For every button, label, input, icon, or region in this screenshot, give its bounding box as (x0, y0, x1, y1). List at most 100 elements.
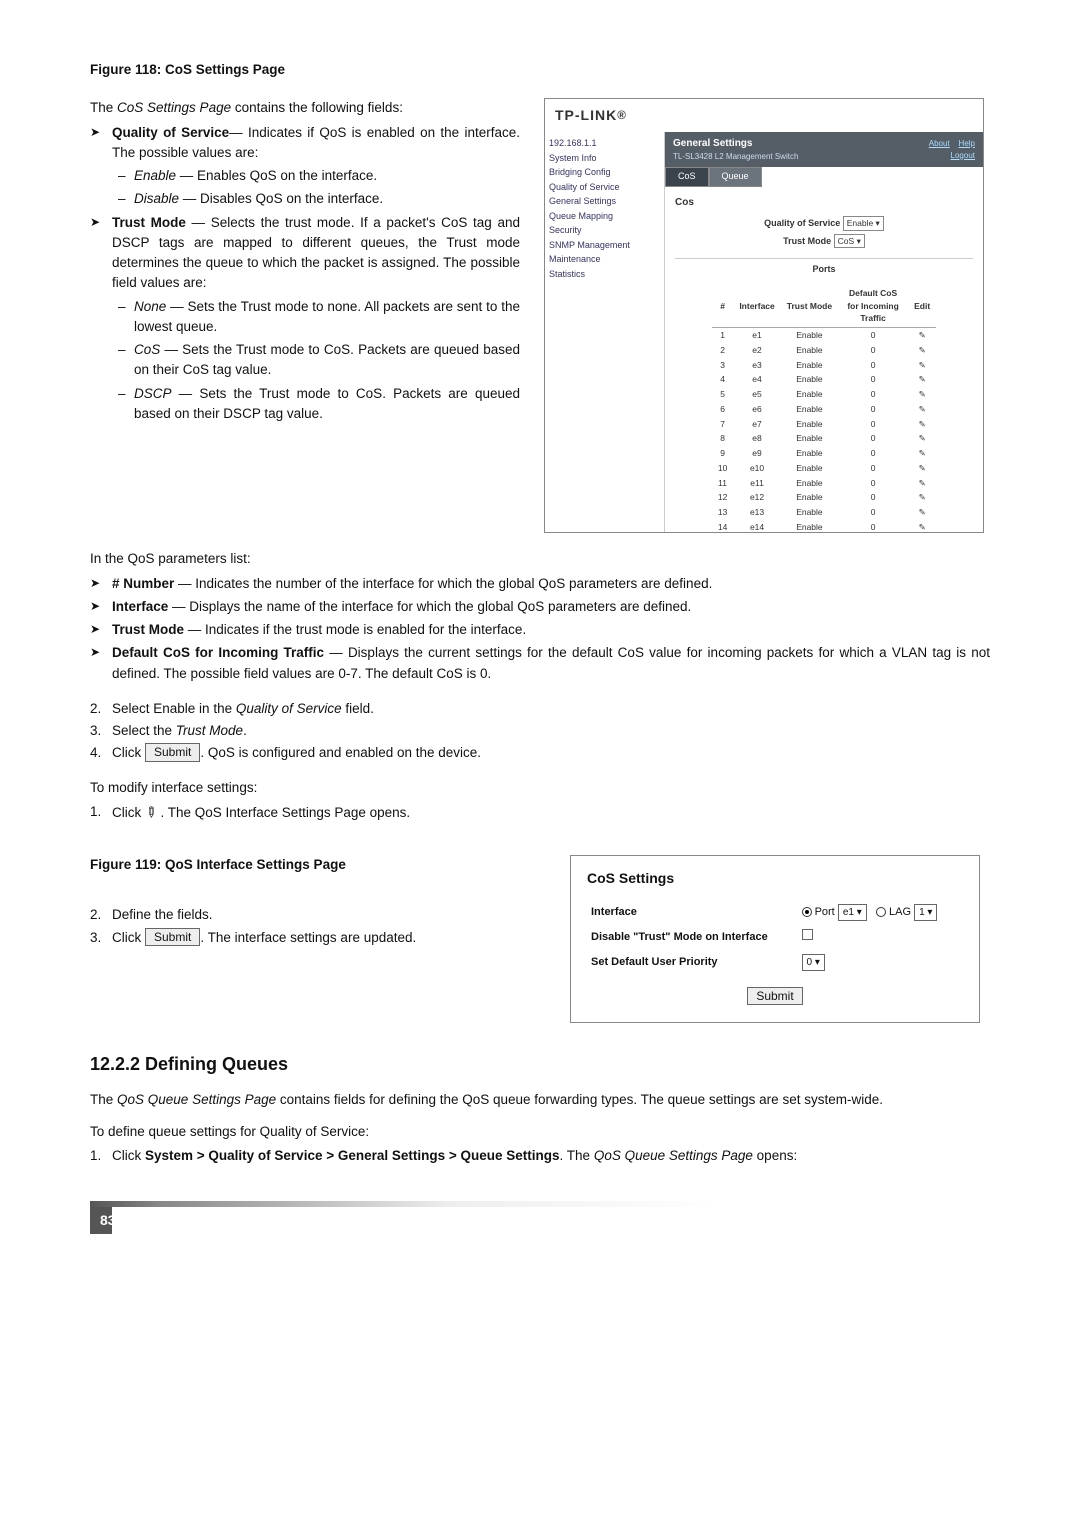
table-row: 7e7Enable0✎ (712, 417, 936, 432)
define-step-3: Click Submit. The interface settings are… (112, 928, 416, 948)
step-4: Click Submit. QoS is configured and enab… (112, 743, 481, 763)
tab-cos[interactable]: CoS (665, 167, 709, 187)
submit-button[interactable]: Submit (747, 987, 802, 1005)
dash-icon: – (112, 384, 134, 404)
page-number: 83 (90, 1207, 112, 1234)
subitem-cos-ital: CoS (134, 342, 160, 357)
intro-paragraph-text-b: contains the following fields: (231, 100, 403, 115)
step-2: Select Enable in the Quality of Service … (112, 699, 374, 719)
subitem-cos: CoS — Sets the Trust mode to CoS. Packet… (134, 340, 520, 381)
edit-icon[interactable]: ✎ (908, 343, 936, 358)
modify-step-1: Click ✎ . The QoS Interface Settings Pag… (112, 802, 410, 823)
bullet-arrow-icon: ➤ (90, 620, 112, 638)
tree-item[interactable]: Maintenance (549, 253, 660, 267)
step4-text-a: Click (112, 745, 145, 760)
logo-text: TP-LINK (555, 105, 617, 126)
subitem-dscp: DSCP — Sets the Trust mode to CoS. Packe… (134, 384, 520, 425)
edit-icon[interactable]: ✎ (908, 328, 936, 343)
disable-trust-checkbox[interactable] (802, 929, 813, 940)
logout-link[interactable]: Logout (951, 151, 975, 160)
ports-table: # Interface Trust Mode Default CoS for I… (712, 285, 936, 534)
edit-icon[interactable]: ✎ (908, 476, 936, 491)
edit-icon[interactable]: ✎ (908, 387, 936, 402)
edit-icon[interactable]: ✎ (908, 490, 936, 505)
submit-button[interactable]: Submit (145, 743, 200, 761)
subitem-none-rest: — Sets the Trust mode to none. All packe… (134, 299, 520, 334)
default-priority-select[interactable]: 0 ▾ (802, 954, 825, 971)
nav-tree[interactable]: 192.168.1.1System InfoBridging ConfigQua… (545, 132, 665, 533)
lag-label: LAG (889, 906, 911, 918)
subitem-disable-ital: Disable (134, 191, 179, 206)
edit-icon[interactable]: ✎ (908, 402, 936, 417)
trustmode-select[interactable]: CoS ▾ (834, 234, 865, 249)
col-default-cos: Default CoS for Incoming Traffic (838, 285, 908, 328)
set-default-label: Set Default User Priority (589, 951, 798, 974)
port-radio[interactable] (802, 907, 812, 917)
tree-item[interactable]: Bridging Config (549, 166, 660, 180)
bullet-arrow-icon: ➤ (90, 597, 112, 615)
edit-icon[interactable]: ✎ (908, 520, 936, 534)
submit-button[interactable]: Submit (145, 928, 200, 946)
subitem-dscp-rest: — Sets the Trust mode to CoS. Packets ar… (134, 386, 520, 421)
table-row: 10e10Enable0✎ (712, 461, 936, 476)
edit-icon[interactable]: ✎ (908, 431, 936, 446)
table-row: 6e6Enable0✎ (712, 402, 936, 417)
col-interface: Interface (733, 285, 780, 328)
subitem-cos-rest: — Sets the Trust mode to CoS. Packets ar… (134, 342, 520, 377)
edit-icon[interactable]: ✎ (908, 417, 936, 432)
col-trustmode: Trust Mode (781, 285, 838, 328)
subitem-disable: Disable — Disables QoS on the interface. (134, 189, 520, 209)
tree-item[interactable]: Statistics (549, 268, 660, 282)
lag-select[interactable]: 1 ▾ (914, 904, 937, 921)
col-num: # (712, 285, 733, 328)
disable-trust-label: Disable "Trust" Mode on Interface (589, 926, 798, 949)
qos-select[interactable]: Enable ▾ (843, 216, 884, 231)
port-select[interactable]: e1 ▾ (838, 904, 867, 921)
step-number: 4. (90, 743, 112, 763)
help-link[interactable]: Help (959, 139, 975, 148)
tree-item[interactable]: System Info (549, 152, 660, 166)
intro-paragraph-text-a: The (90, 100, 117, 115)
tree-item[interactable]: General Settings (549, 195, 660, 209)
tree-item[interactable]: SNMP Management (549, 239, 660, 253)
tree-item[interactable]: 192.168.1.1 (549, 137, 660, 151)
figure-119-caption: Figure 119: QoS Interface Settings Page (90, 855, 530, 875)
param-number: # Number — Indicates the number of the i… (112, 574, 990, 594)
step-number: 1. (90, 802, 112, 822)
tree-item[interactable]: Quality of Service (549, 181, 660, 195)
edit-icon[interactable]: ✎ (908, 446, 936, 461)
qstep1-ital: QoS Queue Settings Page (594, 1148, 753, 1163)
subitem-disable-rest: — Disables QoS on the interface. (179, 191, 383, 206)
step2-ital: Quality of Service (236, 701, 342, 716)
lag-radio[interactable] (876, 907, 886, 917)
bullet-qos-lead: Quality of Service (112, 125, 229, 140)
step-number: 3. (90, 721, 112, 741)
subitem-enable-ital: Enable (134, 168, 176, 183)
step3-ital: Trust Mode (176, 723, 243, 738)
bullet-arrow-icon: ➤ (90, 643, 112, 661)
tab-queue[interactable]: Queue (709, 167, 762, 187)
qstep1-b: . The (560, 1148, 594, 1163)
subitem-enable: Enable — Enables QoS on the interface. (134, 166, 520, 186)
edit-icon[interactable]: ✎ (908, 358, 936, 373)
step-number: 2. (90, 905, 112, 925)
cos-title: Cos (675, 195, 973, 210)
table-row: 3e3Enable0✎ (712, 358, 936, 373)
bullet-trustmode-lead: Trust Mode (112, 215, 186, 230)
table-row: 8e8Enable0✎ (712, 431, 936, 446)
about-link[interactable]: About (929, 139, 950, 148)
dash-icon: – (112, 340, 134, 360)
edit-icon[interactable]: ✎ (908, 372, 936, 387)
bullet-arrow-icon: ➤ (90, 123, 112, 141)
table-row: 5e5Enable0✎ (712, 387, 936, 402)
intro-paragraph: The CoS Settings Page contains the follo… (90, 98, 520, 118)
edit-icon[interactable]: ✎ (908, 505, 936, 520)
dash-icon: – (112, 166, 134, 186)
interface-label: Interface (589, 901, 798, 924)
edit-icon[interactable]: ✎ (908, 461, 936, 476)
tree-item[interactable]: Security (549, 224, 660, 238)
tree-item[interactable]: Queue Mapping (549, 210, 660, 224)
qstep1-bold: System > Quality of Service > General Se… (145, 1148, 560, 1163)
header-title: General Settings (673, 136, 798, 151)
ports-title: Ports (675, 258, 973, 277)
